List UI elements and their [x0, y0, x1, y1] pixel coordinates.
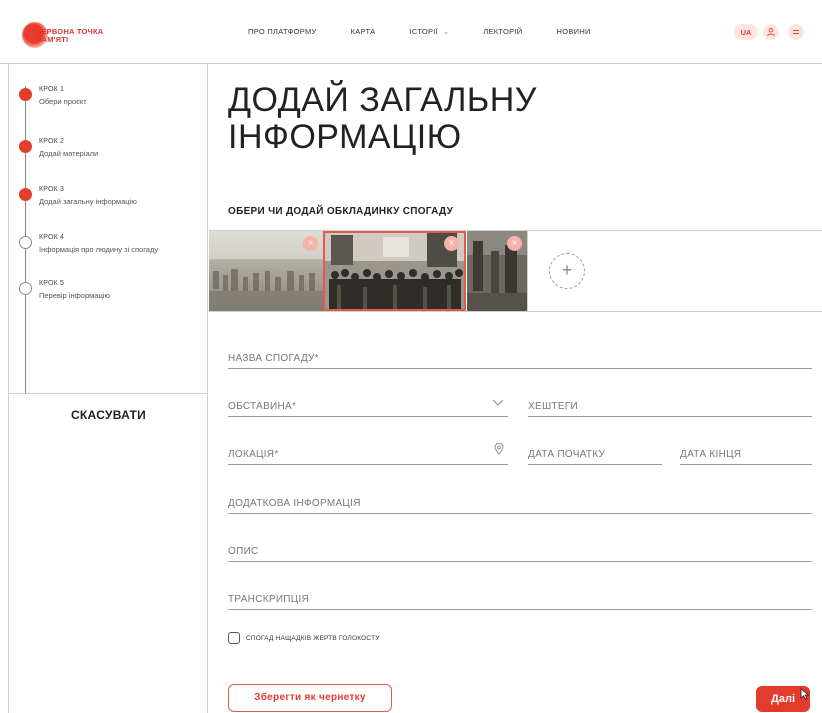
plus-icon[interactable]: + — [549, 253, 585, 289]
steps-sidebar: КРОК 1 Обери проєкт КРОК 2 Додай матеріа… — [8, 64, 208, 713]
step-done-dot-icon — [19, 140, 32, 153]
step-title: КРОК 1 — [39, 86, 65, 93]
circumstance-select[interactable]: ОБСТАВИНА* — [228, 395, 508, 417]
checkbox-label: СПОГАД НАЩАДКІВ ЖЕРТВ ГОЛОКОСТУ — [246, 634, 380, 642]
step-subtitle: Перевір інформацію — [39, 291, 111, 300]
nav-label: НОВИНИ — [556, 27, 591, 36]
step-pending-dot-icon — [19, 236, 32, 249]
logo-text: ЧЕРВОНА ТОЧКА ПАМ'ЯТІ — [36, 27, 104, 44]
cover-thumbnail-3[interactable]: × — [467, 231, 527, 311]
holocaust-descendants-checkbox-row[interactable]: СПОГАД НАЩАДКІВ ЖЕРТВ ГОЛОКОСТУ — [228, 632, 380, 644]
step-done-dot-icon — [19, 88, 32, 101]
close-icon[interactable]: × — [303, 236, 318, 251]
close-icon[interactable]: × — [507, 236, 522, 251]
nav-item-about[interactable]: ПРО ПЛАТФОРМУ — [248, 27, 317, 36]
location-pin-icon — [494, 442, 504, 460]
save-draft-button[interactable]: Зберегти як чернетку — [228, 684, 392, 712]
cover-strip: × × × + — [209, 230, 822, 312]
field-label: ТРАНСКРИПЦІЯ — [228, 594, 310, 605]
cover-strip-divider — [527, 231, 528, 311]
field-label: ДАТА КІНЦЯ — [680, 449, 742, 460]
nav-label: ІСТОРІЇ — [409, 27, 439, 36]
nav-item-news[interactable]: НОВИНИ — [556, 27, 590, 36]
nav-label: ЛЕКТОРІЙ — [483, 27, 523, 36]
step-item-3[interactable]: КРОК 3 Додай загальну інформацію — [17, 184, 207, 220]
start-date-field[interactable]: ДАТА ПОЧАТКУ — [528, 443, 662, 465]
step-list: КРОК 1 Обери проєкт КРОК 2 Додай матеріа… — [9, 64, 208, 393]
cover-thumbnail-2-selected[interactable]: × — [323, 231, 466, 311]
menu-icon[interactable] — [788, 24, 804, 40]
field-label: ОБСТАВИНА* — [228, 401, 297, 412]
close-icon[interactable]: × — [444, 236, 459, 251]
field-label: ХЕШТЕГИ — [528, 401, 578, 412]
step-subtitle: Обери проєкт — [39, 97, 87, 106]
step-title: КРОК 5 — [39, 280, 65, 287]
nav-label: ПРО ПЛАТФОРМУ — [248, 27, 317, 36]
page-title-line-1: ДОДАЙ ЗАГАЛЬНУ — [228, 81, 537, 119]
logo[interactable]: ЧЕРВОНА ТОЧКА ПАМ'ЯТІ — [22, 22, 132, 48]
end-date-field[interactable]: ДАТА КІНЦЯ — [680, 443, 812, 465]
step-title: КРОК 3 — [39, 186, 65, 193]
step-item-4[interactable]: КРОК 4 Інформація про людину зі спогаду — [17, 232, 207, 268]
chevron-down-icon: ⌄ — [443, 28, 450, 36]
step-subtitle: Додай матеріали — [39, 149, 99, 158]
field-label: ДАТА ПОЧАТКУ — [528, 449, 606, 460]
location-field[interactable]: ЛОКАЦІЯ* — [228, 442, 508, 465]
description-field[interactable]: ОПИС — [228, 540, 812, 562]
page-title-line-2: ІНФОРМАЦІЮ — [228, 118, 462, 156]
step-item-2[interactable]: КРОК 2 Додай матеріали — [17, 136, 207, 172]
nav-item-lectures[interactable]: ЛЕКТОРІЙ — [483, 27, 522, 36]
page-title: ДОДАЙ ЗАГАЛЬНУ ІНФОРМАЦІЮ — [228, 82, 537, 156]
step-subtitle: Додай загальну інформацію — [39, 197, 137, 206]
main-form: ДОДАЙ ЗАГАЛЬНУ ІНФОРМАЦІЮ ОБЕРИ ЧИ ДОДАЙ… — [209, 64, 822, 713]
step-subtitle: Інформація про людину зі спогаду — [39, 245, 159, 254]
nav-item-stories[interactable]: ІСТОРІЇ ⌄ — [409, 27, 449, 36]
field-label: ДОДАТКОВА ІНФОРМАЦІЯ — [228, 498, 361, 509]
field-label: НАЗВА СПОГАДУ* — [228, 353, 319, 364]
additional-info-field[interactable]: ДОДАТКОВА ІНФОРМАЦІЯ — [228, 492, 812, 514]
main-nav: ПРО ПЛАТФОРМУ КАРТА ІСТОРІЇ ⌄ ЛЕКТОРІЙ НО… — [248, 27, 625, 36]
cancel-zone: СКАСУВАТИ — [9, 393, 208, 713]
step-current-dot-icon — [19, 188, 32, 201]
cover-thumbnail-1[interactable]: × — [209, 231, 323, 311]
user-icon[interactable] — [763, 24, 779, 40]
step-pending-dot-icon — [19, 282, 32, 295]
cancel-button[interactable]: СКАСУВАТИ — [9, 408, 208, 422]
nav-label: КАРТА — [350, 27, 376, 36]
chevron-down-icon — [492, 394, 504, 412]
memory-name-field[interactable]: НАЗВА СПОГАДУ* — [228, 347, 812, 369]
step-item-1[interactable]: КРОК 1 Обери проєкт — [17, 84, 207, 120]
mouse-cursor-icon — [800, 687, 810, 705]
step-item-5[interactable]: КРОК 5 Перевір інформацію — [17, 278, 207, 314]
hashtags-field[interactable]: ХЕШТЕГИ — [528, 395, 812, 417]
field-label: ОПИС — [228, 546, 259, 557]
language-switch[interactable]: UA — [734, 24, 758, 40]
holocaust-descendants-checkbox[interactable] — [228, 632, 240, 644]
cover-section-label: ОБЕРИ ЧИ ДОДАЙ ОБКЛАДИНКУ СПОГАДУ — [228, 206, 454, 217]
transcription-field[interactable]: ТРАНСКРИПЦІЯ — [228, 588, 812, 610]
top-header: ЧЕРВОНА ТОЧКА ПАМ'ЯТІ ПРО ПЛАТФОРМУ КАРТ… — [0, 0, 822, 64]
step-title: КРОК 4 — [39, 234, 65, 241]
nav-item-map[interactable]: КАРТА — [351, 27, 376, 36]
field-label: ЛОКАЦІЯ* — [228, 449, 279, 460]
step-title: КРОК 2 — [39, 138, 65, 145]
